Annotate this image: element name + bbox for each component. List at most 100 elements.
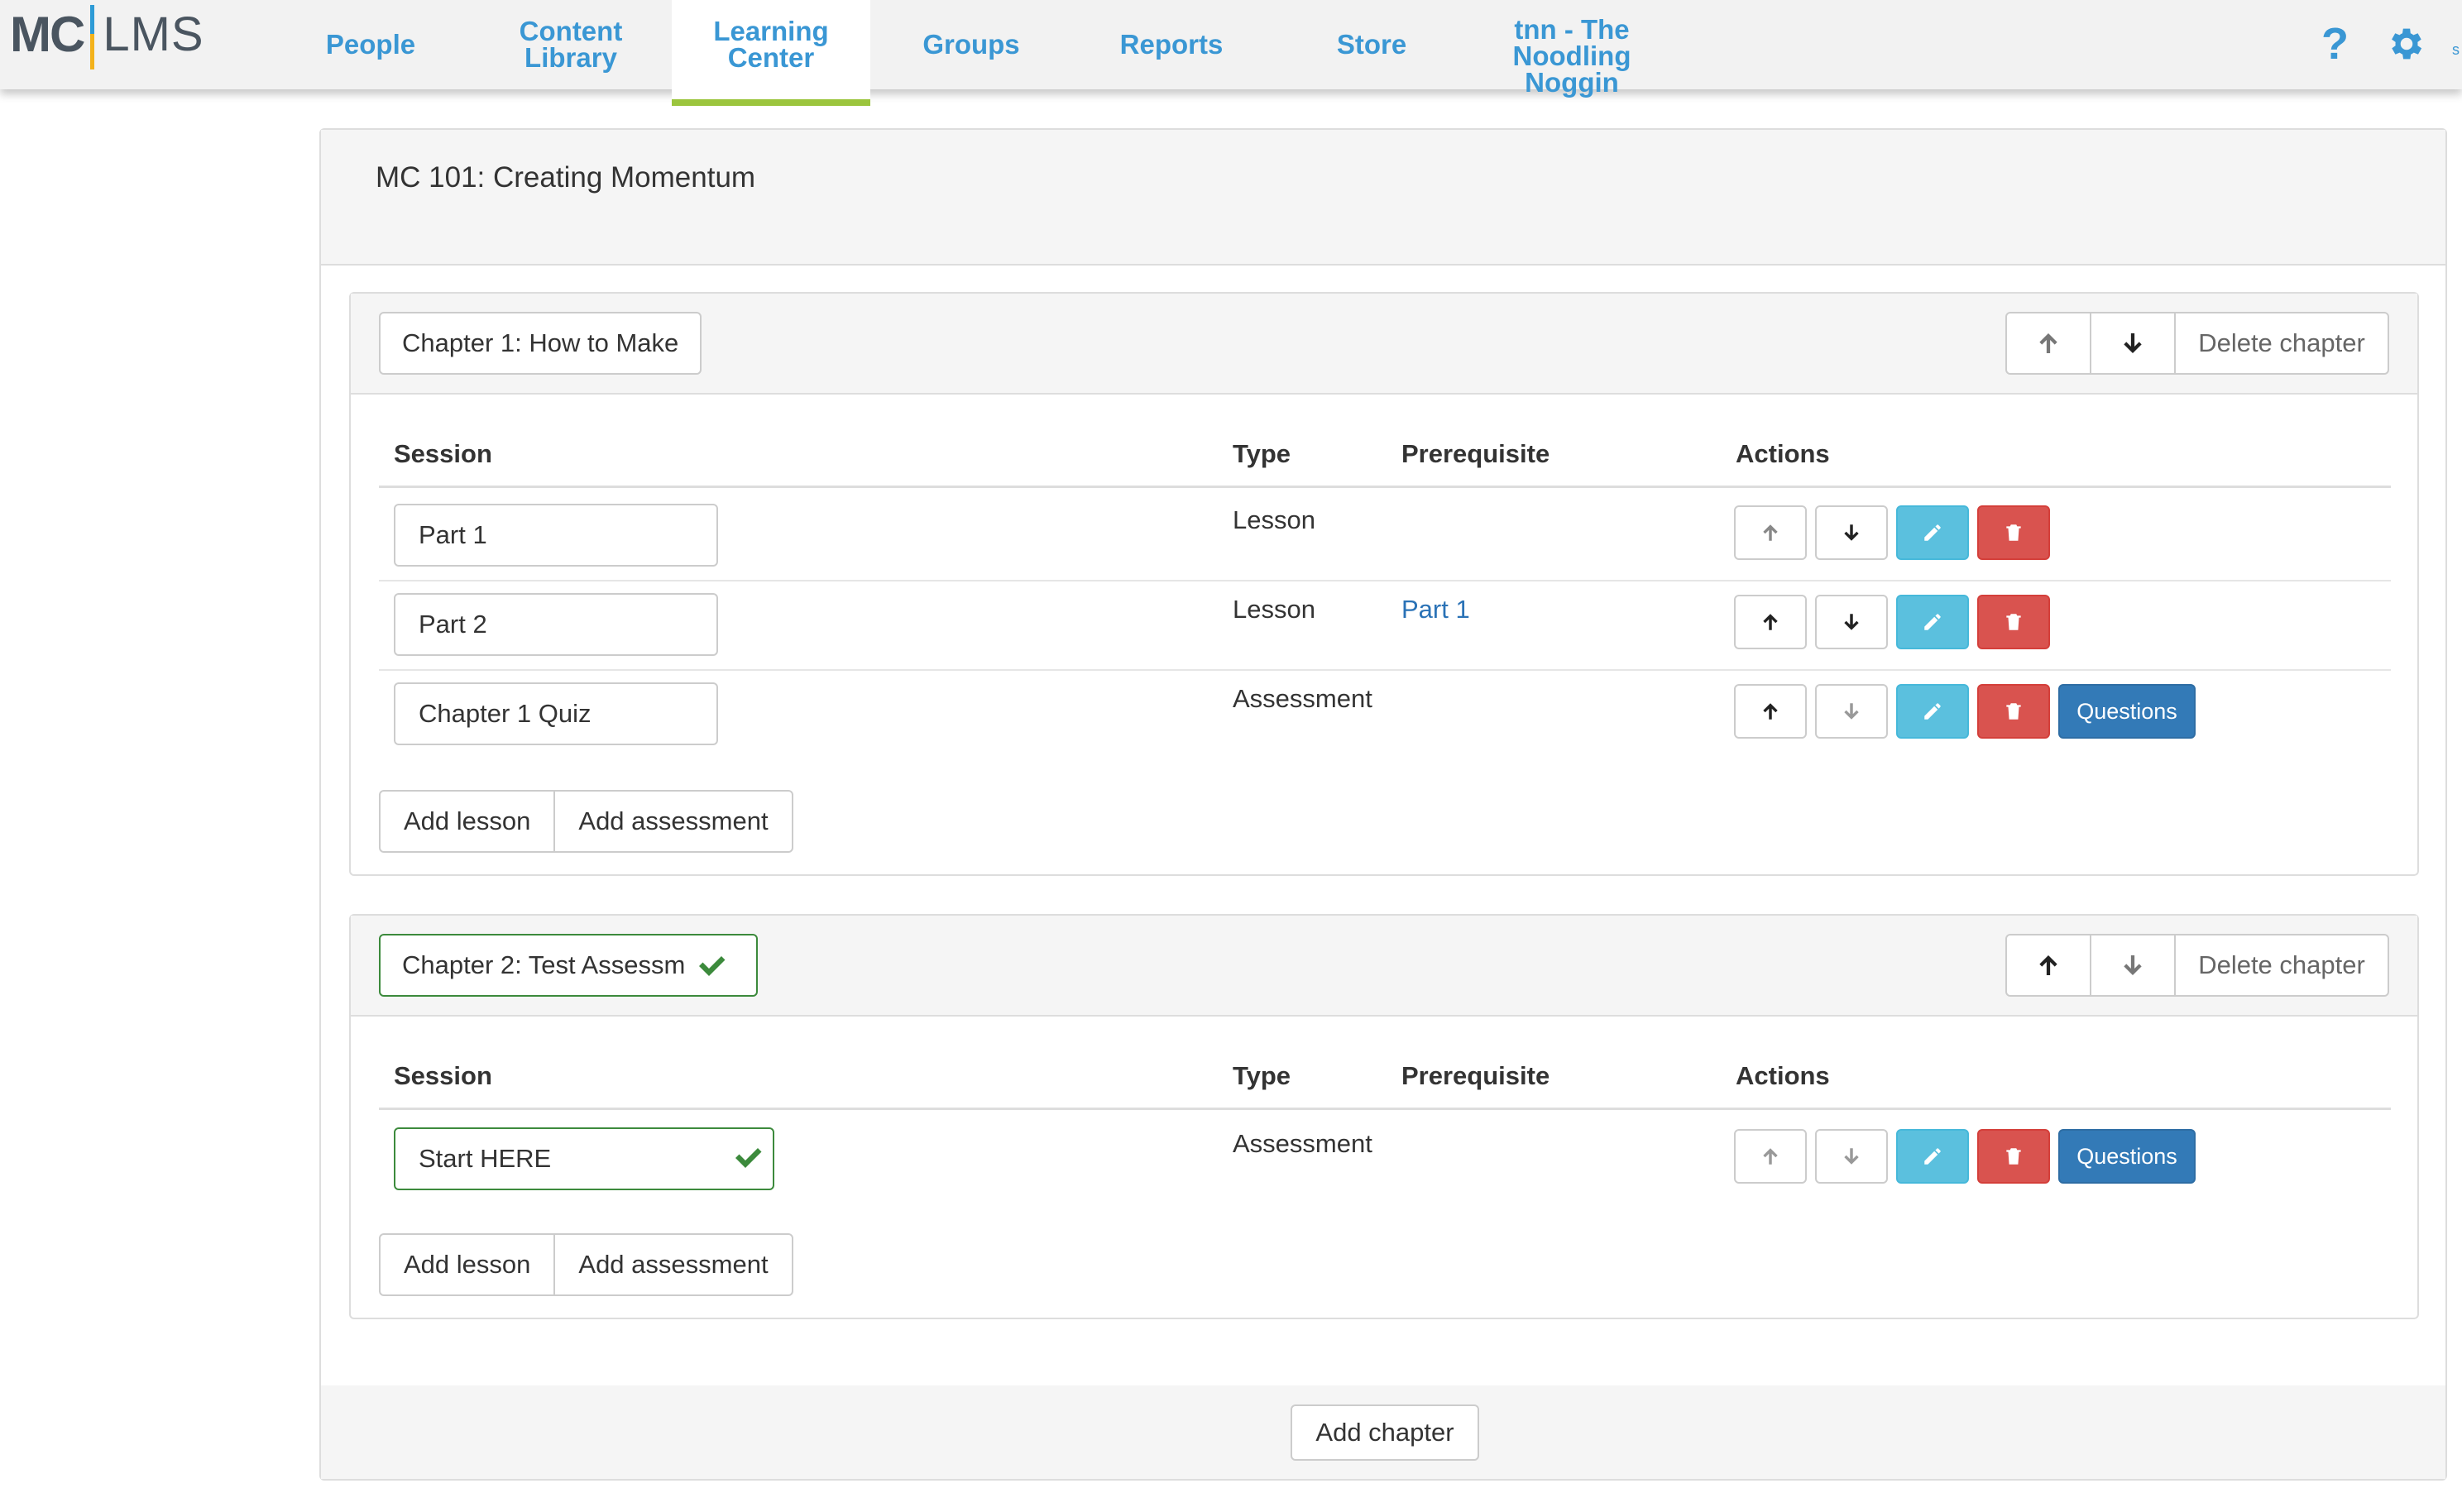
pencil-icon xyxy=(1924,524,1941,541)
nav-learning-center[interactable]: Learning Center xyxy=(672,0,870,106)
add-lesson-button[interactable]: Add lesson xyxy=(379,1233,556,1296)
session-move-down-button[interactable] xyxy=(1815,1129,1888,1184)
session-move-down-button[interactable] xyxy=(1815,684,1888,739)
row-divider xyxy=(379,669,2391,671)
session-name-input[interactable]: Part 2 xyxy=(394,593,718,656)
chapter-2-controls: Delete chapter xyxy=(2005,934,2389,997)
nav-reports-label: Reports xyxy=(1119,29,1224,60)
pencil-icon xyxy=(1924,1148,1941,1165)
user-menu-fragment[interactable]: s xyxy=(2452,41,2460,59)
session-name-input[interactable]: Part 1 xyxy=(394,504,718,567)
logo-mc-text: MC xyxy=(10,7,85,62)
add-lesson-button[interactable]: Add lesson xyxy=(379,790,556,853)
col-actions: Actions xyxy=(1736,1061,1830,1090)
nav-learning-center-line1: Learning xyxy=(713,16,829,46)
add-chapter-button[interactable]: Add chapter xyxy=(1291,1404,1479,1461)
nav-store-label: Store xyxy=(1336,29,1407,60)
add-assessment-button[interactable]: Add assessment xyxy=(553,790,793,853)
check-icon xyxy=(699,956,726,976)
pencil-icon xyxy=(1924,614,1941,630)
chapter-2: Chapter 2: Test Assessm Delete chapter S… xyxy=(349,914,2419,1319)
col-type: Type xyxy=(1233,1061,1291,1090)
nav-organization[interactable]: tnn - The Noodling Noggin xyxy=(1473,0,1671,96)
chapter-1-delete-button[interactable]: Delete chapter xyxy=(2174,312,2389,375)
help-icon[interactable]: ? xyxy=(2321,18,2349,69)
col-prerequisite: Prerequisite xyxy=(1401,439,1550,468)
chapter-1-title-input[interactable]: Chapter 1: How to Make xyxy=(379,312,702,375)
session-delete-button[interactable] xyxy=(1977,684,2050,739)
session-questions-button[interactable]: Questions xyxy=(2058,684,2196,739)
session-name-input[interactable]: Start HERE xyxy=(394,1127,774,1190)
session-move-up-button[interactable] xyxy=(1734,595,1807,649)
session-move-down-button[interactable] xyxy=(1815,595,1888,649)
session-delete-button[interactable] xyxy=(1977,595,2050,649)
session-edit-button[interactable] xyxy=(1896,684,1969,739)
chapter-1-add-group: Add lesson Add assessment xyxy=(379,790,793,853)
session-move-up-button[interactable] xyxy=(1734,1129,1807,1184)
course-header: MC 101: Creating Momentum xyxy=(321,130,2445,266)
arrow-down-icon xyxy=(1844,703,1859,720)
col-session: Session xyxy=(394,439,492,468)
session-delete-button[interactable] xyxy=(1977,505,2050,560)
arrow-up-icon xyxy=(1763,703,1778,720)
arrow-down-icon xyxy=(1844,524,1859,541)
course-title: MC 101: Creating Momentum xyxy=(376,161,756,194)
chapter-1: Chapter 1: How to Make Delete chapter Se… xyxy=(349,292,2419,876)
arrow-up-icon xyxy=(1763,524,1778,541)
table-header-divider xyxy=(379,486,2391,488)
nav-org-line2: Noodling xyxy=(1512,41,1631,71)
arrow-down-icon xyxy=(2124,333,2142,353)
nav-store[interactable]: Store xyxy=(1272,0,1471,89)
session-move-down-button[interactable] xyxy=(1815,505,1888,560)
nav-content-library-line1: Content xyxy=(519,16,623,46)
chapter-2-add-group: Add lesson Add assessment xyxy=(379,1233,793,1296)
session-type: Assessment xyxy=(1233,684,1372,713)
nav-learning-center-line2: Center xyxy=(727,42,815,73)
logo-divider xyxy=(90,5,95,69)
nav-reports[interactable]: Reports xyxy=(1072,0,1271,89)
table-header-divider xyxy=(379,1108,2391,1110)
trash-icon xyxy=(2006,614,2021,630)
chapter-2-move-down-button[interactable] xyxy=(2090,934,2176,997)
arrow-up-icon xyxy=(1763,614,1778,630)
chapter-2-header: Chapter 2: Test Assessm Delete chapter xyxy=(351,916,2417,1017)
arrow-down-icon xyxy=(1844,1148,1859,1165)
add-assessment-button[interactable]: Add assessment xyxy=(553,1233,793,1296)
col-type: Type xyxy=(1233,439,1291,468)
nav-people-label: People xyxy=(325,29,416,60)
session-edit-button[interactable] xyxy=(1896,505,1969,560)
arrow-up-icon xyxy=(2039,955,2057,975)
chapter-2-move-up-button[interactable] xyxy=(2005,934,2091,997)
session-type: Lesson xyxy=(1233,595,1315,624)
nav-content-library[interactable]: Content Library xyxy=(472,0,670,89)
arrow-down-icon xyxy=(2124,955,2142,975)
chapter-1-move-up-button[interactable] xyxy=(2005,312,2091,375)
top-navigation-bar: MC LMS People Content Library Learning C… xyxy=(0,0,2462,106)
trash-icon xyxy=(2006,1148,2021,1165)
trash-icon xyxy=(2006,703,2021,720)
col-session: Session xyxy=(394,1061,492,1090)
nav-content-library-line2: Library xyxy=(524,42,617,73)
session-type: Assessment xyxy=(1233,1129,1372,1158)
trash-icon xyxy=(2006,524,2021,541)
gear-icon[interactable] xyxy=(2386,23,2427,65)
session-questions-button[interactable]: Questions xyxy=(2058,1129,2196,1184)
arrow-up-icon xyxy=(1763,1148,1778,1165)
session-move-up-button[interactable] xyxy=(1734,505,1807,560)
chapter-2-delete-button[interactable]: Delete chapter xyxy=(2174,934,2389,997)
session-name-input[interactable]: Chapter 1 Quiz xyxy=(394,682,718,745)
session-edit-button[interactable] xyxy=(1896,1129,1969,1184)
session-type: Lesson xyxy=(1233,505,1315,534)
mc-lms-logo[interactable]: MC LMS xyxy=(10,5,204,71)
session-move-up-button[interactable] xyxy=(1734,684,1807,739)
nav-people[interactable]: People xyxy=(271,0,470,89)
course-panel: MC 101: Creating Momentum Chapter 1: How… xyxy=(319,128,2447,1481)
nav-groups[interactable]: Groups xyxy=(872,0,1071,89)
arrow-down-icon xyxy=(1844,614,1859,630)
chapter-1-header: Chapter 1: How to Make Delete chapter xyxy=(351,294,2417,395)
session-delete-button[interactable] xyxy=(1977,1129,2050,1184)
chapter-1-move-down-button[interactable] xyxy=(2090,312,2176,375)
session-prerequisite-link[interactable]: Part 1 xyxy=(1401,595,1470,624)
logo-lms-text: LMS xyxy=(103,7,204,61)
session-edit-button[interactable] xyxy=(1896,595,1969,649)
